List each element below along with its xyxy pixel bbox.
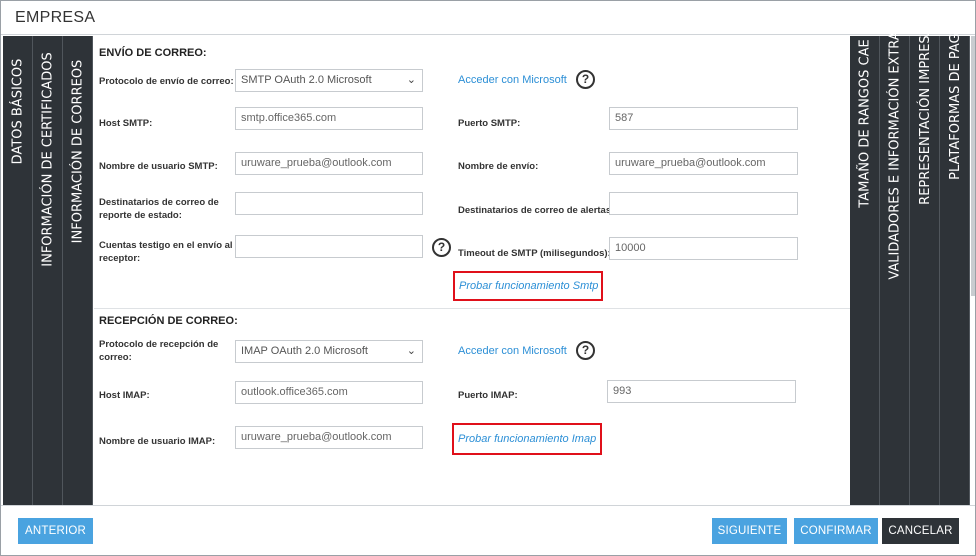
smtp-timeout-input[interactable]: 10000 — [609, 237, 798, 260]
tab-validadores[interactable]: VALIDADORES E INFORMACIÓN EXTRA — [880, 31, 910, 505]
tab-label: PLATAFORMAS DE PAGO — [947, 23, 963, 180]
envio-section-title: ENVÍO DE CORREO: — [99, 47, 207, 59]
correo-form: ENVÍO DE CORREO: Protocolo de envío de c… — [94, 36, 850, 505]
label-line: Destinatarios de correo de — [99, 197, 219, 208]
alert-recipients-input[interactable] — [609, 192, 798, 215]
section-divider — [94, 308, 850, 309]
next-button[interactable]: SIGUIENTE — [712, 518, 787, 544]
sender-name-input[interactable]: uruware_prueba@outlook.com — [609, 152, 798, 175]
tab-informacion-correos[interactable]: INFORMACIÓN DE CORREOS — [63, 36, 93, 505]
imap-user-input[interactable]: uruware_prueba@outlook.com — [235, 426, 423, 449]
dialog-title: EMPRESA — [15, 9, 96, 26]
select-value: SMTP OAuth 2.0 Microsoft — [241, 74, 372, 86]
help-icon[interactable]: ? — [576, 70, 595, 89]
imap-host-label: Host IMAP: — [99, 390, 150, 401]
recepcion-ms-login-link[interactable]: Acceder con Microsoft — [458, 345, 567, 357]
imap-user-label: Nombre de usuario IMAP: — [99, 436, 216, 447]
label-line: Protocolo de recepción de — [99, 339, 219, 350]
smtp-user-label: Nombre de usuario SMTP: — [99, 161, 218, 172]
smtp-host-input[interactable]: smtp.office365.com — [235, 107, 423, 130]
help-icon[interactable]: ? — [576, 341, 595, 360]
chevron-down-icon: ⌄ — [406, 345, 416, 357]
tab-label: DATOS BÁSICOS — [10, 58, 26, 165]
empresa-dialog: EMPRESA DATOS BÁSICOS INFORMACIÓN DE CER… — [0, 0, 976, 556]
recepcion-protocol-label: Protocolo de recepción de correo: — [99, 338, 218, 364]
test-imap-link[interactable]: Probar funcionamiento Imap — [458, 433, 596, 445]
label-line: receptor: — [99, 253, 141, 264]
tab-datos-basicos[interactable]: DATOS BÁSICOS — [3, 36, 33, 505]
smtp-port-label: Puerto SMTP: — [458, 118, 521, 129]
imap-port-label: Puerto IMAP: — [458, 390, 518, 401]
tab-plataformas-pago[interactable]: PLATAFORMAS DE PAGO — [940, 23, 970, 505]
chevron-down-icon: ⌄ — [406, 74, 416, 86]
tab-label: TAMAÑO DE RANGOS CAE — [857, 39, 873, 208]
smtp-timeout-label: Timeout de SMTP (milisegundos): — [458, 248, 611, 259]
tab-label: REPRESENTACIÓN IMPRESA — [917, 26, 933, 205]
dialog-footer: ANTERIOR SIGUIENTE CONFIRMAR CANCELAR — [1, 505, 975, 555]
status-recipients-input[interactable] — [235, 192, 423, 215]
scrollbar[interactable] — [971, 36, 975, 296]
recepcion-protocol-select[interactable]: IMAP OAuth 2.0 Microsoft ⌄ — [235, 340, 423, 363]
imap-host-input[interactable]: outlook.office365.com — [235, 381, 423, 404]
envio-ms-login-link[interactable]: Acceder con Microsoft — [458, 74, 567, 86]
previous-button[interactable]: ANTERIOR — [18, 518, 93, 544]
sender-name-label: Nombre de envío: — [458, 161, 539, 172]
test-smtp-link[interactable]: Probar funcionamiento Smtp — [459, 280, 598, 292]
select-value: IMAP OAuth 2.0 Microsoft — [241, 345, 368, 357]
tab-label: INFORMACIÓN DE CERTIFICADOS — [40, 52, 56, 267]
smtp-host-label: Host SMTP: — [99, 118, 153, 129]
imap-port-input[interactable]: 993 — [607, 380, 796, 403]
label-line: correo: — [99, 352, 132, 363]
tab-tamano-rangos-cae[interactable]: TAMAÑO DE RANGOS CAE — [850, 36, 880, 505]
smtp-port-input[interactable]: 587 — [609, 107, 798, 130]
label-line: Cuentas testigo en el envío al — [99, 240, 233, 251]
tab-informacion-certificados[interactable]: INFORMACIÓN DE CERTIFICADOS — [33, 36, 63, 505]
cancel-button[interactable]: CANCELAR — [882, 518, 959, 544]
envio-protocol-label: Protocolo de envío de correo: — [99, 76, 234, 87]
title-bar: EMPRESA — [1, 1, 975, 35]
alert-recipients-label: Destinatarios de correo de alertas: — [458, 205, 615, 216]
tab-label: VALIDADORES E INFORMACIÓN EXTRA — [887, 31, 903, 280]
help-icon[interactable]: ? — [432, 238, 451, 257]
tab-label: INFORMACIÓN DE CORREOS — [70, 59, 86, 244]
confirm-button[interactable]: CONFIRMAR — [794, 518, 878, 544]
witness-accounts-input[interactable] — [235, 235, 423, 258]
envio-protocol-select[interactable]: SMTP OAuth 2.0 Microsoft ⌄ — [235, 69, 423, 92]
status-recipients-label: Destinatarios de correo de reporte de es… — [99, 196, 219, 222]
tab-representacion-impresa[interactable]: REPRESENTACIÓN IMPRESA — [910, 26, 940, 505]
smtp-user-input[interactable]: uruware_prueba@outlook.com — [235, 152, 423, 175]
label-line: reporte de estado: — [99, 210, 182, 221]
witness-accounts-label: Cuentas testigo en el envío al receptor: — [99, 239, 233, 265]
recepcion-section-title: RECEPCIÓN DE CORREO: — [99, 315, 238, 327]
